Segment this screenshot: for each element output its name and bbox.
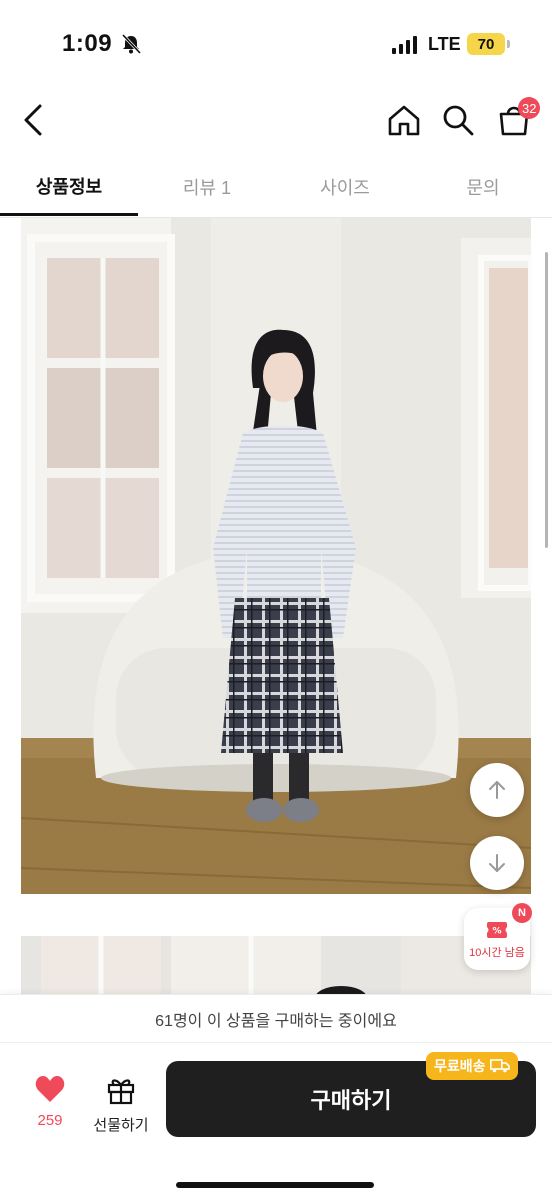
- silent-bell-icon: [121, 33, 142, 55]
- heart-icon: [35, 1076, 65, 1102]
- gift-icon: [107, 1079, 135, 1105]
- product-photo-secondary: [21, 936, 531, 996]
- svg-text:%: %: [492, 927, 501, 937]
- arrow-down-icon: [489, 854, 505, 872]
- product-page: 1:09 LTE 70 32 상품정보 리뷰 1 사이즈 문의 % 10시간 남…: [0, 0, 552, 1200]
- home-icon[interactable]: [386, 102, 422, 138]
- tab-inquiry[interactable]: 문의: [414, 158, 552, 216]
- product-photo: [21, 218, 531, 894]
- cart-count-badge: 32: [518, 97, 541, 119]
- like-count: 259: [37, 1112, 63, 1129]
- scrollbar[interactable]: [545, 252, 548, 548]
- search-icon[interactable]: [440, 102, 476, 138]
- scroll-up-button[interactable]: [470, 763, 524, 817]
- network-type: LTE: [428, 34, 461, 54]
- gift-label: 선물하기: [93, 1117, 149, 1134]
- new-badge: N: [512, 903, 532, 923]
- coupon-icon: %: [487, 922, 507, 938]
- truck-icon: [489, 1059, 510, 1073]
- back-icon[interactable]: [18, 100, 50, 140]
- battery-tip: [507, 40, 510, 48]
- scroll-down-button[interactable]: [470, 836, 524, 890]
- purchase-activity-notice: 61명이 이 상품을 구매하는 중이에요: [0, 994, 552, 1042]
- free-shipping-badge: 무료배송: [426, 1052, 518, 1080]
- like-button[interactable]: 259: [22, 1075, 78, 1135]
- free-shipping-label: 무료배송: [434, 1058, 486, 1074]
- coupon-time-left: 10시간 남음: [469, 947, 525, 959]
- status-time: 1:09: [62, 30, 113, 57]
- tab-size[interactable]: 사이즈: [276, 158, 414, 216]
- signal-icon: [392, 36, 417, 54]
- status-bar: 1:09 LTE 70: [0, 0, 552, 90]
- tab-reviews[interactable]: 리뷰 1: [138, 158, 276, 216]
- arrow-up-icon: [489, 781, 505, 799]
- tab-product-info[interactable]: 상품정보: [0, 158, 138, 216]
- gift-button[interactable]: 선물하기: [86, 1075, 156, 1135]
- product-tabs: 상품정보 리뷰 1 사이즈 문의: [0, 158, 552, 218]
- top-navigation: 32: [0, 90, 552, 150]
- home-indicator[interactable]: [176, 1182, 374, 1188]
- battery-level: 70: [467, 33, 505, 55]
